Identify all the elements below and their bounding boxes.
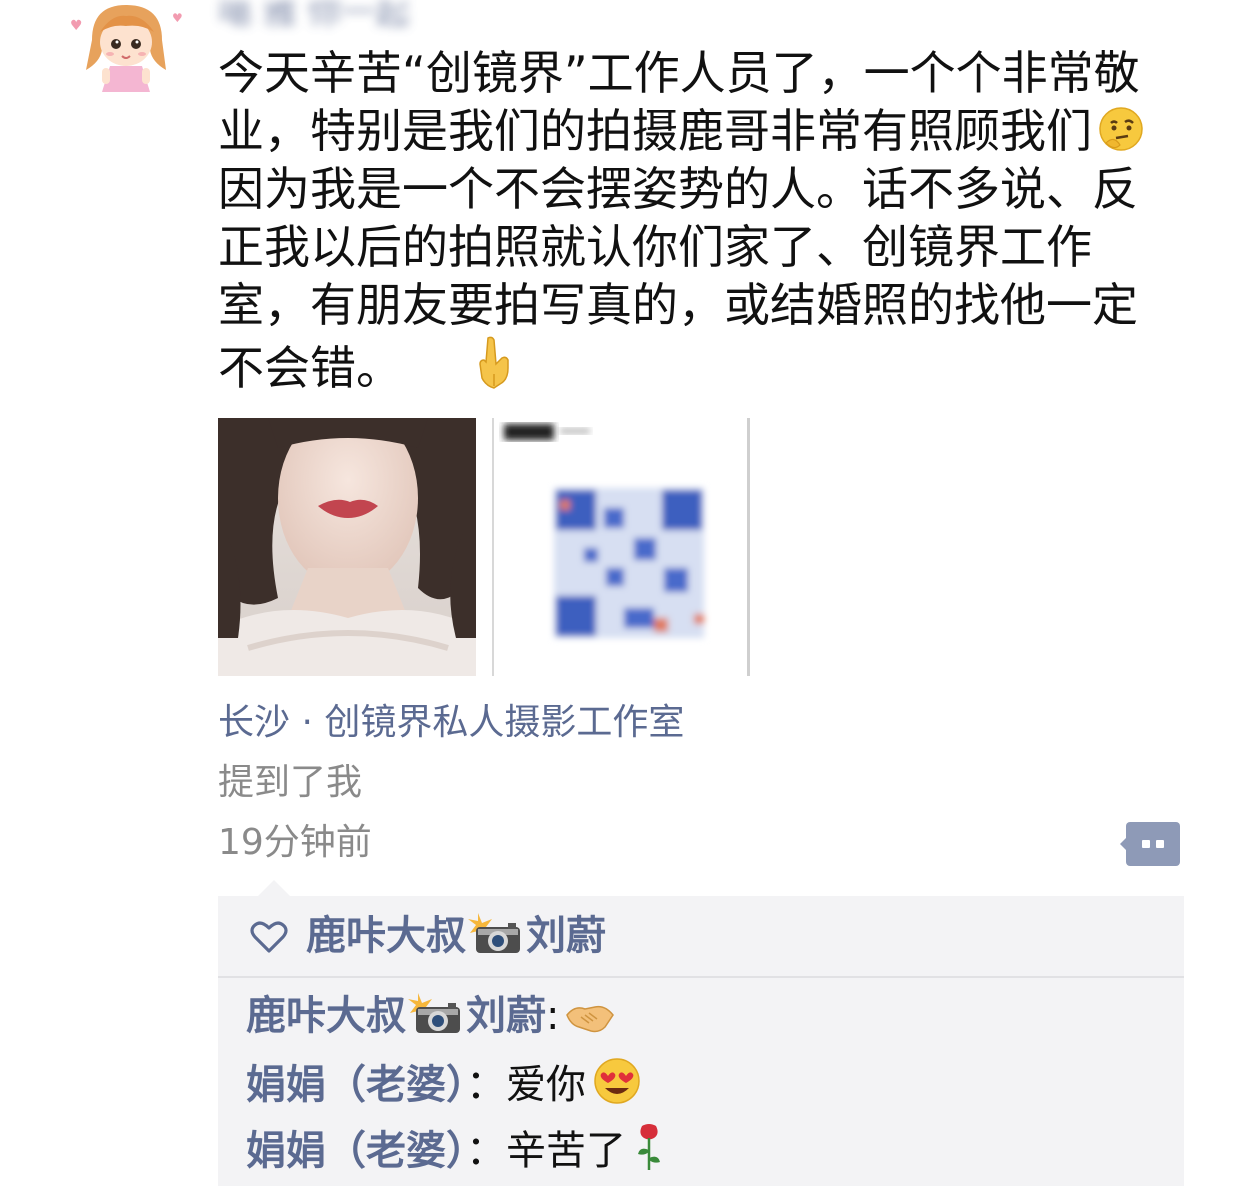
like-user-name: 鹿咔大叔	[306, 913, 466, 959]
portrait-photo[interactable]	[218, 418, 476, 676]
post-line-text: 今天辛苦“创镜界”工作人员了，一个个非常敬	[218, 46, 1140, 100]
post-line: 因为我是一个不会摆姿势的人。话不多说、反	[218, 160, 1198, 218]
comment-author-name: 刘蔚	[466, 993, 546, 1039]
heart-icon	[250, 920, 288, 954]
avatar[interactable]: ♥ ♥	[62, 0, 192, 96]
comment-separator: ：	[466, 1062, 506, 1108]
likes-row: 鹿咔大叔 刘蔚	[218, 896, 1184, 978]
like-user-name: 刘蔚	[526, 913, 606, 959]
handshake-icon	[565, 997, 615, 1050]
svg-text:♥: ♥	[70, 18, 83, 34]
qr-code-screenshot[interactable]	[492, 418, 750, 676]
like-user[interactable]: 鹿咔大叔 刘蔚	[306, 910, 606, 968]
rose-icon	[632, 1122, 666, 1185]
mention-text: 提到了我	[218, 762, 363, 803]
comment-separator: ：	[466, 1128, 506, 1174]
post-line-text: 正我以后的拍照就认你们家了、创镜界工作	[218, 220, 1092, 274]
post-line-text: 业，特别是我们的拍摄鹿哥非常有照顾我们	[218, 104, 1092, 158]
post-line-text: 室，有朋友要拍写真的，或结婚照的找他一定	[218, 278, 1138, 332]
comment-row[interactable]: 娟娟（老婆）：辛苦了	[246, 1122, 666, 1185]
post-line-text: 因为我是一个不会摆姿势的人。话不多说、反	[218, 162, 1138, 216]
comment-separator: :	[546, 993, 560, 1039]
heart-eyes-icon	[592, 1056, 642, 1119]
post-line: 正我以后的拍照就认你们家了、创镜界工作	[218, 218, 1198, 276]
comment-author[interactable]: 娟娟（老婆）	[246, 1062, 466, 1108]
post-line: 业，特别是我们的拍摄鹿哥非常有照顾我们	[218, 102, 1198, 160]
post-line: 不会错。	[218, 334, 1198, 395]
post-line: 室，有朋友要拍写真的，或结婚照的找他一定	[218, 276, 1198, 334]
pointing-down-icon	[472, 334, 518, 403]
comment-row[interactable]: 鹿咔大叔 刘蔚:	[246, 990, 615, 1050]
comment-text: 辛苦了	[506, 1128, 626, 1174]
author-name[interactable]: 噶 雅 你一起	[218, 0, 438, 26]
comment-author[interactable]: 娟娟（老婆）	[246, 1128, 466, 1174]
camera-flash-icon	[468, 911, 524, 968]
svg-text:♥: ♥	[172, 11, 183, 25]
comment-more-button[interactable]	[1120, 822, 1180, 866]
comment-text: 爱你	[506, 1062, 586, 1108]
thinking-face-icon	[1096, 105, 1146, 166]
post-line: 今天辛苦“创镜界”工作人员了，一个个非常敬	[218, 44, 1198, 102]
camera-flash-icon	[408, 991, 464, 1048]
comment-author[interactable]: 鹿咔大叔 刘蔚	[246, 993, 546, 1039]
location-link[interactable]: 长沙 · 创镜界私人摄影工作室	[218, 700, 684, 746]
post-text: 今天辛苦“创镜界”工作人员了，一个个非常敬 业，特别是我们的拍摄鹿哥非常有照顾我…	[218, 44, 1198, 395]
comment-row[interactable]: 娟娟（老婆）：爱你	[246, 1056, 642, 1119]
post-time: 19分钟前	[218, 822, 372, 863]
post-line-text: 不会错。	[218, 341, 402, 395]
comment-author-name: 鹿咔大叔	[246, 993, 406, 1039]
